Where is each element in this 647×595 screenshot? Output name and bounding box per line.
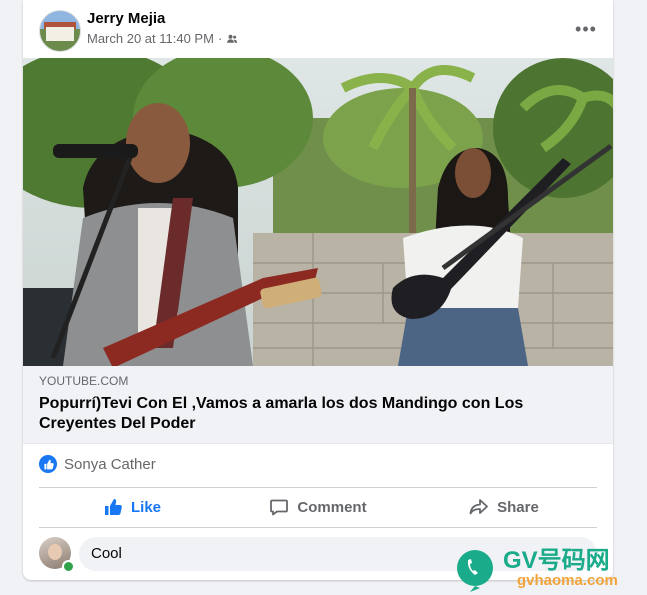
more-options-icon[interactable]: ••• <box>571 14 601 44</box>
link-domain: YOUTUBE.COM <box>39 374 129 388</box>
share-label: Share <box>497 498 539 516</box>
like-button[interactable]: Like <box>39 488 225 526</box>
like-label: Like <box>130 498 161 516</box>
comment-button[interactable]: Comment <box>225 488 411 526</box>
post-timestamp[interactable]: March 20 at 11:40 PM <box>87 31 214 46</box>
link-preview[interactable]: YOUTUBE.COM Popurrí)Tevi Con El ,Vamos a… <box>23 366 613 444</box>
like-reaction-icon <box>39 455 57 473</box>
meta-separator: · <box>217 31 223 46</box>
online-status-dot <box>62 560 75 573</box>
reactor-name[interactable]: Sonya Cather <box>64 456 156 473</box>
share-button[interactable]: Share <box>411 488 597 526</box>
author-avatar[interactable] <box>39 10 81 52</box>
watermark-logo: GV号码网 gvhaoma.com <box>457 547 618 592</box>
friends-icon[interactable] <box>226 33 238 45</box>
post-card: Jerry Mejia March 20 at 11:40 PM · ••• Y… <box>23 0 613 580</box>
comment-icon <box>270 499 289 516</box>
author-name[interactable]: Jerry Mejia <box>87 10 165 27</box>
post-meta: March 20 at 11:40 PM · <box>87 31 238 46</box>
comment-label: Comment <box>297 498 367 516</box>
post-actions: Like Comment Share <box>39 488 597 526</box>
share-icon <box>469 499 489 515</box>
watermark-url: gvhaoma.com <box>517 572 618 589</box>
video-thumbnail[interactable] <box>23 58 613 366</box>
reactions-summary[interactable]: Sonya Cather <box>39 455 156 473</box>
thumbs-up-icon <box>104 499 122 515</box>
actions-divider-bottom <box>39 527 597 528</box>
watermark-text: GV号码网 <box>503 547 610 574</box>
link-title[interactable]: Popurrí)Tevi Con El ,Vamos a amarla los … <box>39 394 589 434</box>
post-header: Jerry Mejia March 20 at 11:40 PM · ••• <box>23 0 613 58</box>
